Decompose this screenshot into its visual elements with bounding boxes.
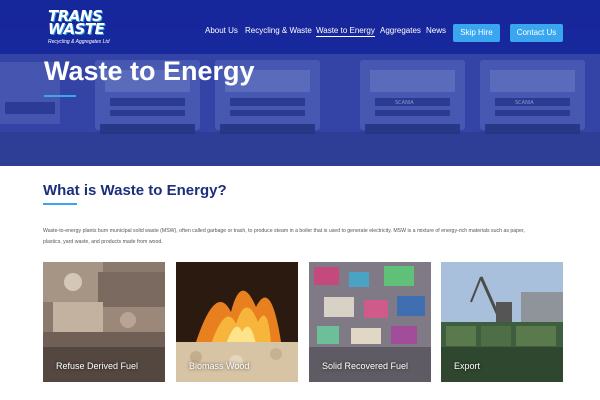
navbar: TRANS WASTE Recycling & Aggregates Ltd A… — [0, 0, 600, 54]
intro-paragraph: Waste-to-energy plants burn municipal so… — [43, 228, 525, 245]
card-label: Refuse Derived Fuel — [56, 361, 139, 371]
logo-line2: WASTE — [48, 20, 105, 38]
card-solid-recovered-fuel[interactable]: Solid Recovered Fuel — [309, 262, 431, 382]
card-label: Biomass Wood — [189, 361, 250, 371]
card-label: Export — [454, 361, 481, 371]
card-export[interactable]: Export — [441, 262, 563, 382]
section-heading: What is Waste to Energy? — [43, 182, 227, 199]
skip-hire-button[interactable]: Skip Hire — [453, 24, 500, 42]
nav-aggregates[interactable]: Aggregates — [380, 26, 421, 35]
heading-underline — [43, 203, 77, 205]
page-title: Waste to Energy — [44, 56, 255, 86]
card-refuse-derived-fuel[interactable]: Refuse Derived Fuel — [43, 262, 165, 382]
nav-news[interactable]: News — [426, 26, 446, 35]
nav-waste-to-energy[interactable]: Waste to Energy — [316, 26, 375, 37]
card-biomass-wood[interactable]: Biomass Wood — [176, 262, 298, 382]
hero-banner: SCANIA SCANIA TRANS WASTE Recycling & Ag… — [0, 0, 600, 166]
nav-about-us[interactable]: About Us — [205, 26, 238, 35]
title-underline — [44, 95, 76, 97]
contact-us-button[interactable]: Contact Us — [510, 24, 563, 42]
card-label: Solid Recovered Fuel — [322, 361, 409, 371]
logo-tagline: Recycling & Aggregates Ltd — [48, 39, 110, 45]
site-logo[interactable]: TRANS WASTE Recycling & Aggregates Ltd — [48, 9, 118, 50]
truck-brand-text: SCANIA — [395, 100, 414, 106]
nav-recycling-waste[interactable]: Recycling & Waste — [245, 26, 312, 35]
truck-brand-text: SCANIA — [515, 100, 534, 106]
